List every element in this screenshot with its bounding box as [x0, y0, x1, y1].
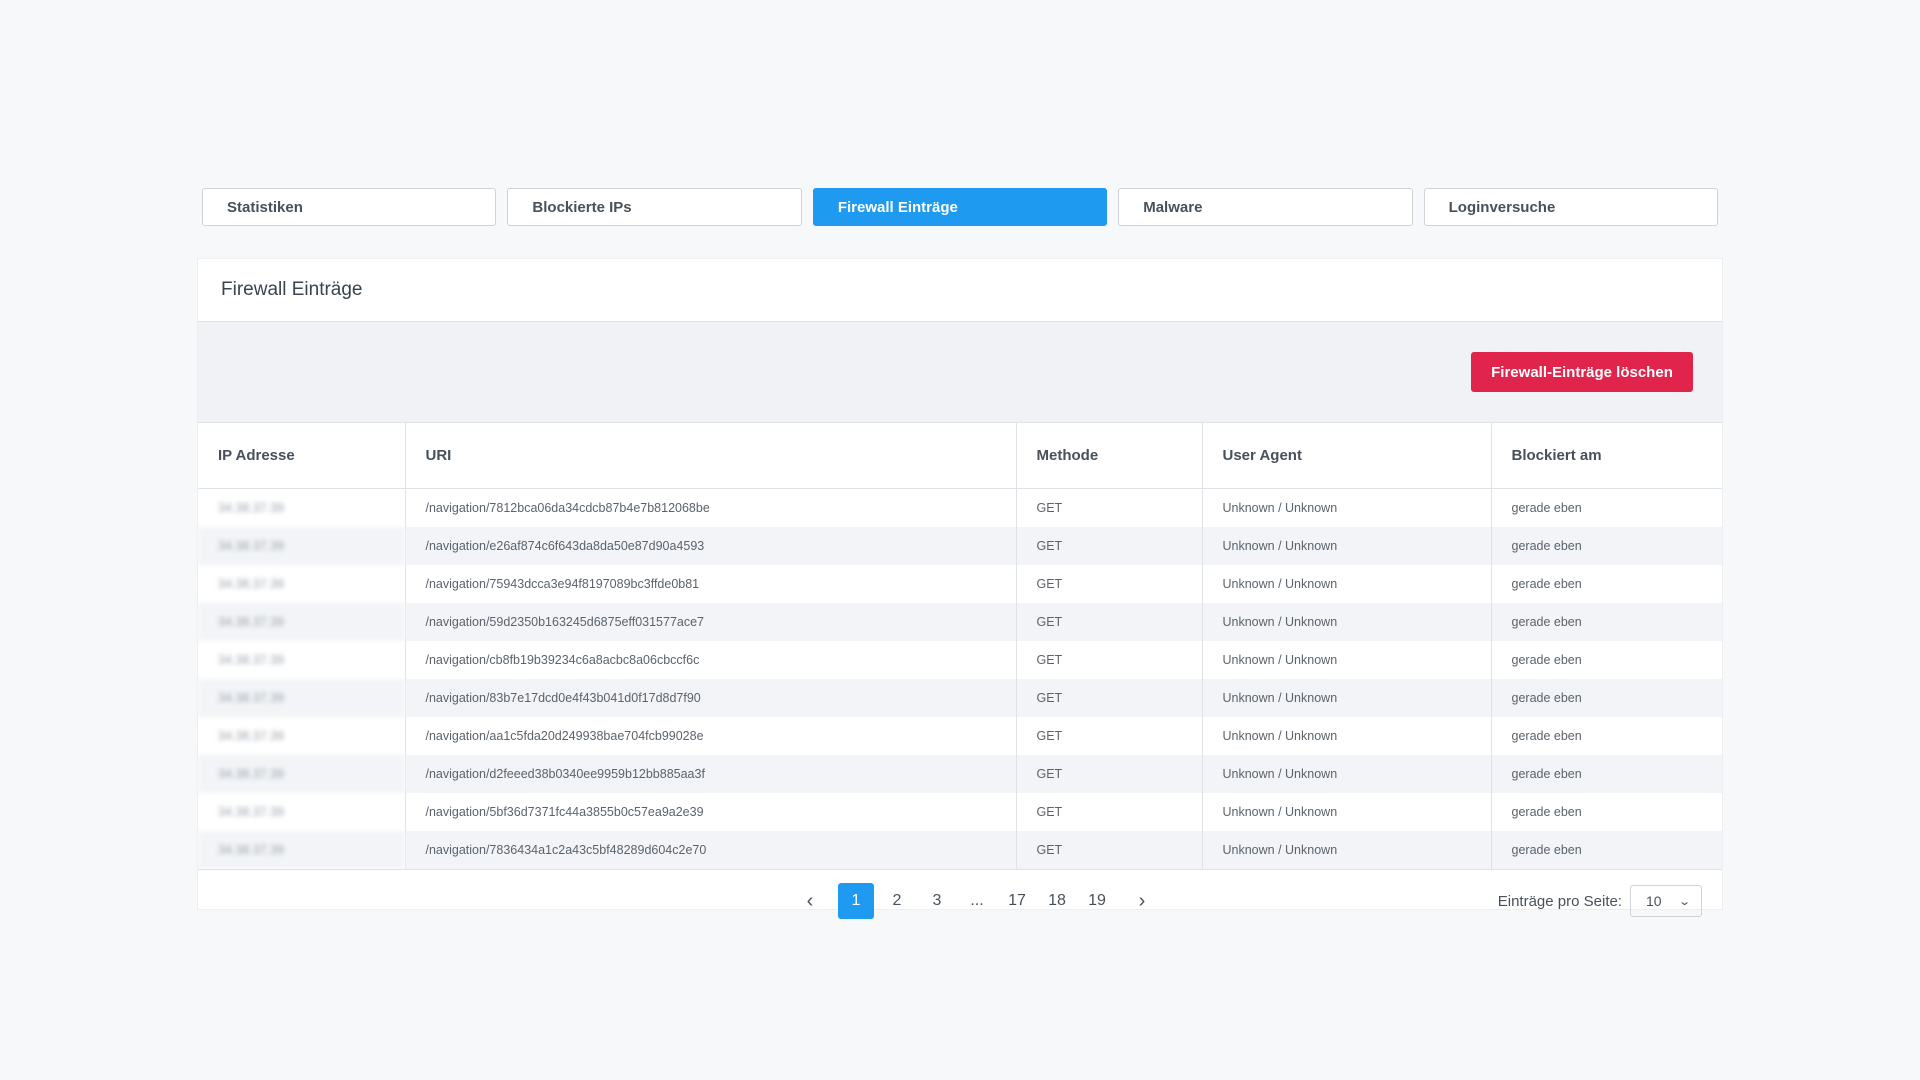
table-row[interactable]: 34.38.37.39/navigation/cb8fb19b39234c6a8… — [198, 641, 1722, 679]
page-3[interactable]: 3 — [920, 883, 954, 919]
blocked-at-cell: gerade eben — [1511, 805, 1582, 819]
column-header-method[interactable]: Methode — [1016, 423, 1203, 489]
ip-cell: 34.38.37.39 — [198, 755, 406, 793]
card-toolbar: Firewall-Einträge löschen — [198, 322, 1722, 423]
card-title: Firewall Einträge — [198, 259, 1722, 322]
firewall-table: IP Adresse URI Methode User Agent Blocki… — [198, 423, 1722, 869]
ip-cell: 34.38.37.39 — [198, 717, 406, 755]
table-row[interactable]: 34.38.37.39/navigation/aa1c5fda20d249938… — [198, 717, 1722, 755]
page-19[interactable]: 19 — [1080, 883, 1114, 919]
tab-statistiken[interactable]: Statistiken — [202, 188, 497, 226]
column-header-blocked-at[interactable]: Blockiert am — [1491, 423, 1722, 489]
page-1[interactable]: 1 — [838, 883, 874, 919]
uri-cell: /navigation/83b7e17dcd0e4f43b041d0f17d8d… — [405, 679, 1017, 717]
user-agent-cell: Unknown / Unknown — [1202, 488, 1492, 527]
tab-firewall-eintraege[interactable]: Firewall Einträge — [812, 188, 1108, 226]
firewall-card: Firewall Einträge Firewall-Einträge lösc… — [197, 258, 1723, 919]
uri-cell: /navigation/7836434a1c2a43c5bf48289d604c… — [405, 831, 1017, 869]
table-footer: ‹ 1 2 3 ... 17 18 19 › Einträge pro Seit… — [198, 869, 1722, 937]
column-header-uri[interactable]: URI — [405, 423, 1017, 489]
user-agent-cell: Unknown / Unknown — [1202, 603, 1492, 641]
ip-cell: 34.38.37.39 — [198, 565, 406, 603]
ip-cell: 34.38.37.39 — [198, 527, 406, 565]
table-row[interactable]: 34.38.37.39/navigation/5bf36d7371fc44a38… — [198, 793, 1722, 831]
next-page-icon[interactable]: › — [1120, 883, 1164, 919]
user-agent-cell: Unknown / Unknown — [1202, 755, 1492, 793]
tab-malware[interactable]: Malware — [1118, 188, 1413, 226]
page-2[interactable]: 2 — [880, 883, 914, 919]
blocked-at-cell: gerade eben — [1491, 755, 1722, 793]
delete-firewall-entries-button[interactable]: Firewall-Einträge löschen — [1471, 352, 1693, 392]
blocked-at-cell: gerade eben — [1491, 603, 1722, 641]
method-cell: GET — [1016, 755, 1203, 793]
uri-cell: /navigation/75943dcca3e94f8197089bc3ffde… — [405, 565, 1017, 603]
user-agent-cell: Unknown / Unknown — [1202, 565, 1492, 603]
ip-cell: 34.38.37.39 — [198, 603, 406, 641]
table-row[interactable]: 34.38.37.39/navigation/59d2350b163245d68… — [198, 603, 1722, 641]
table-row[interactable]: 34.38.37.39/navigation/7812bca06da34cdcb… — [198, 488, 1722, 527]
page-18[interactable]: 18 — [1040, 883, 1074, 919]
method-cell: GET — [1016, 527, 1203, 565]
page-ellipsis: ... — [970, 892, 984, 909]
prev-page-icon[interactable]: ‹ — [788, 883, 832, 919]
tab-bar: Statistiken Blockierte IPs Firewall Eint… — [202, 188, 1719, 226]
method-cell: GET — [1016, 641, 1203, 679]
uri-cell: /navigation/e26af874c6f643da8da50e87d90a… — [405, 527, 1017, 565]
blocked-at-cell: gerade eben — [1511, 577, 1582, 591]
chevron-down-icon: ⌄ — [1677, 895, 1691, 908]
table-row[interactable]: 34.38.37.39/navigation/e26af874c6f643da8… — [198, 527, 1722, 565]
page-17[interactable]: 17 — [1000, 883, 1034, 919]
user-agent-cell: Unknown / Unknown — [1202, 717, 1492, 755]
table-body: 34.38.37.39/navigation/7812bca06da34cdcb… — [198, 488, 1722, 869]
user-agent-cell: Unknown / Unknown — [1202, 831, 1492, 869]
ip-cell: 34.38.37.39 — [198, 641, 406, 679]
tab-blockierte-ips[interactable]: Blockierte IPs — [507, 188, 802, 226]
method-cell: GET — [1016, 488, 1203, 527]
blocked-at-cell: gerade eben — [1491, 831, 1722, 869]
method-cell: GET — [1016, 831, 1203, 869]
method-cell: GET — [1016, 679, 1203, 717]
table-header-row: IP Adresse URI Methode User Agent Blocki… — [198, 423, 1722, 489]
method-cell: GET — [1016, 603, 1203, 641]
blocked-at-cell: gerade eben — [1491, 527, 1722, 565]
uri-cell: /navigation/7812bca06da34cdcb87b4e7b8120… — [405, 488, 1017, 527]
per-page-control: Einträge pro Seite: 10 ⌄ — [1498, 885, 1702, 917]
blocked-at-cell: gerade eben — [1491, 679, 1722, 717]
per-page-value: 10 — [1646, 893, 1662, 909]
blocked-at-cell: gerade eben — [1511, 501, 1582, 515]
user-agent-cell: Unknown / Unknown — [1202, 793, 1492, 831]
uri-cell: /navigation/aa1c5fda20d249938bae704fcb99… — [405, 717, 1017, 755]
method-cell: GET — [1016, 793, 1203, 831]
table-row[interactable]: 34.38.37.39/navigation/75943dcca3e94f819… — [198, 565, 1722, 603]
uri-cell: /navigation/59d2350b163245d6875eff031577… — [405, 603, 1017, 641]
column-header-user-agent[interactable]: User Agent — [1202, 423, 1492, 489]
table-row[interactable]: 34.38.37.39/navigation/d2feeed38b0340ee9… — [198, 755, 1722, 793]
table-row[interactable]: 34.38.37.39/navigation/83b7e17dcd0e4f43b… — [198, 679, 1722, 717]
uri-cell: /navigation/5bf36d7371fc44a3855b0c57ea9a… — [405, 793, 1017, 831]
per-page-select[interactable]: 10 ⌄ — [1630, 885, 1702, 917]
ip-cell: 34.38.37.39 — [198, 488, 406, 527]
blocked-at-cell: gerade eben — [1511, 729, 1582, 743]
table-row[interactable]: 34.38.37.39/navigation/7836434a1c2a43c5b… — [198, 831, 1722, 869]
tab-loginversuche[interactable]: Loginversuche — [1423, 188, 1719, 226]
method-cell: GET — [1016, 565, 1203, 603]
user-agent-cell: Unknown / Unknown — [1202, 527, 1492, 565]
per-page-label: Einträge pro Seite: — [1497, 892, 1622, 910]
uri-cell: /navigation/d2feeed38b0340ee9959b12bb885… — [405, 755, 1017, 793]
user-agent-cell: Unknown / Unknown — [1202, 679, 1492, 717]
pagination: ‹ 1 2 3 ... 17 18 19 › — [788, 883, 1164, 919]
column-header-ip[interactable]: IP Adresse — [198, 423, 406, 489]
blocked-at-cell: gerade eben — [1511, 653, 1582, 667]
ip-cell: 34.38.37.39 — [198, 679, 406, 717]
user-agent-cell: Unknown / Unknown — [1202, 641, 1492, 679]
uri-cell: /navigation/cb8fb19b39234c6a8acbc8a06cbc… — [405, 641, 1017, 679]
ip-cell: 34.38.37.39 — [198, 831, 406, 869]
method-cell: GET — [1016, 717, 1203, 755]
ip-cell: 34.38.37.39 — [198, 793, 406, 831]
